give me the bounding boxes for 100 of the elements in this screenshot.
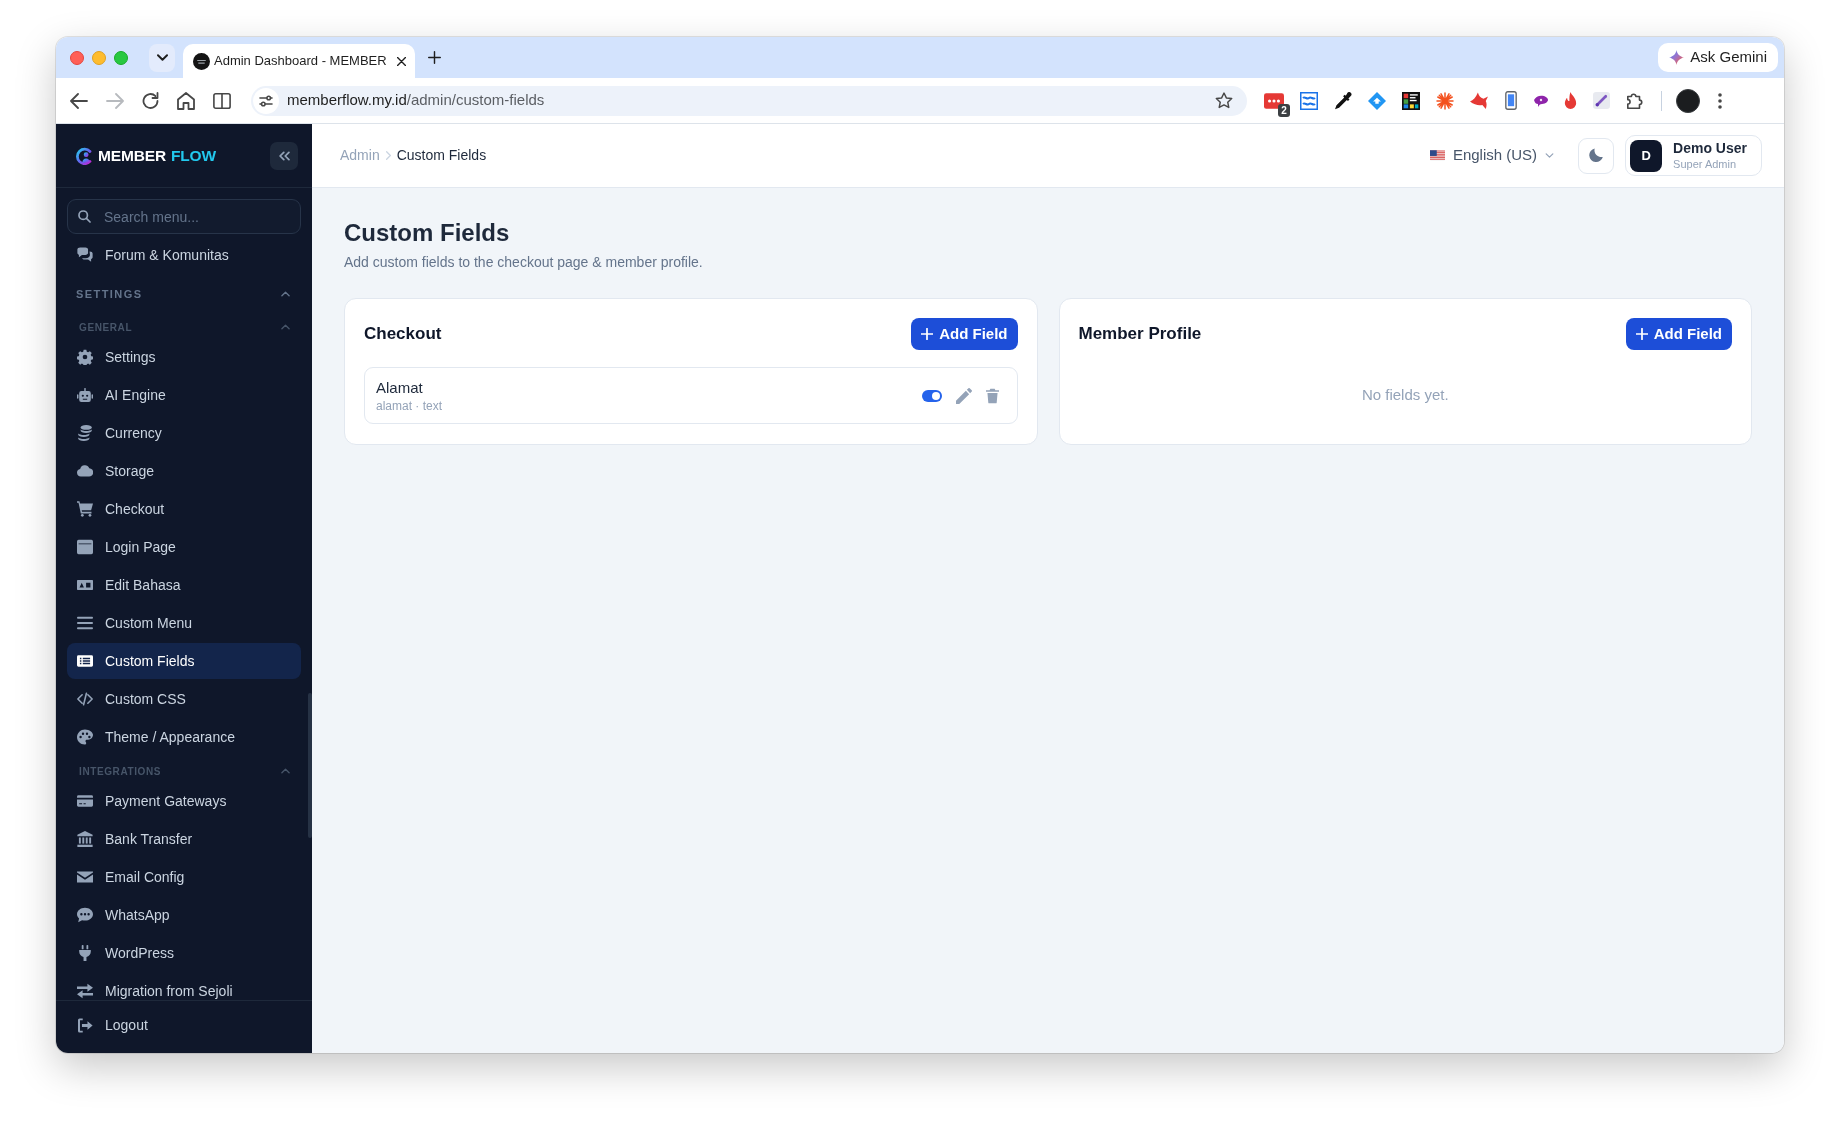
field-label: Alamat <box>376 377 424 398</box>
favicon-icon <box>193 52 210 70</box>
nav-item[interactable]: Checkout <box>67 491 301 527</box>
nav-item[interactable]: WhatsApp <box>67 897 301 933</box>
collapse-sidebar-button[interactable] <box>270 141 298 170</box>
palette-icon <box>77 729 93 745</box>
home-icon[interactable] <box>177 91 195 110</box>
nav-item[interactable]: Forum & Komunitas <box>67 237 301 273</box>
credit-card-icon <box>77 793 93 809</box>
brand-name: MEMBER <box>98 147 166 164</box>
panel-title: Checkout <box>364 323 442 346</box>
nav-item[interactable]: Storage <box>67 453 301 489</box>
flame-icon[interactable] <box>1564 92 1577 109</box>
nav-item[interactable]: Custom Fields <box>67 643 301 679</box>
envelope-icon <box>77 869 93 885</box>
asterisk-icon[interactable] <box>1436 91 1454 110</box>
star-icon[interactable] <box>1215 92 1233 109</box>
nav-item[interactable]: Custom Menu <box>67 605 301 641</box>
nav-item[interactable]: Settings <box>67 339 301 375</box>
ask-assistant-button[interactable]: Ask Gemini <box>1658 43 1778 72</box>
search-field[interactable]: Search menu... <box>67 199 301 234</box>
theme-toggle-button[interactable] <box>1578 137 1615 174</box>
double-chevron-left-icon <box>278 150 290 161</box>
panel-title: Member Profile <box>1078 323 1202 346</box>
puzzle-icon[interactable] <box>1626 91 1644 110</box>
list-icon <box>77 653 93 669</box>
field-meta: alamat · text <box>376 397 443 414</box>
nav-item[interactable]: Custom CSS <box>67 681 301 717</box>
code-icon <box>77 691 93 707</box>
notification-count: 2 <box>1278 103 1290 117</box>
chat-dots-icon <box>77 907 93 923</box>
nav-item[interactable]: Bank Transfer <box>67 821 301 857</box>
search-icon <box>78 210 91 223</box>
nav-item[interactable]: Login Page <box>67 529 301 565</box>
section-toggle[interactable]: SETTINGS <box>67 273 301 315</box>
nav-item[interactable]: Migration from Sejoli <box>67 973 301 1000</box>
nav-item[interactable]: Currency <box>67 415 301 451</box>
eyedropper-icon[interactable] <box>1334 91 1352 110</box>
close-window-button[interactable] <box>70 50 84 65</box>
close-icon[interactable] <box>397 56 406 66</box>
language-selector[interactable]: English (US) <box>1429 144 1555 167</box>
sliders-icon[interactable] <box>253 87 279 114</box>
browser-tab[interactable]: Admin Dashboard - MEMBER <box>183 44 415 78</box>
user-avatar: D <box>1630 139 1663 172</box>
window-icon <box>77 539 93 555</box>
nav-item[interactable]: AI Engine <box>67 377 301 413</box>
grid-icon[interactable] <box>1402 91 1420 110</box>
phone-icon[interactable] <box>1504 91 1518 110</box>
diamond-icon[interactable] <box>1368 91 1386 110</box>
nav-item[interactable]: Email Config <box>67 859 301 895</box>
nav-item[interactable]: Theme / Appearance <box>67 719 301 755</box>
add-field-button[interactable]: Add Field <box>911 318 1018 350</box>
user-menu-button[interactable]: D Demo User Super Admin <box>1625 135 1762 176</box>
breadcrumb-current: Custom Fields <box>396 146 487 165</box>
pencil-icon[interactable] <box>955 387 972 404</box>
moon-icon <box>1589 148 1604 163</box>
chevron-down-icon <box>156 54 168 61</box>
tab-search-button[interactable] <box>149 43 175 72</box>
empty-state-text: No fields yet. <box>1361 385 1449 406</box>
side-panel-icon[interactable] <box>213 91 231 110</box>
plug-icon <box>77 945 93 961</box>
logout-icon <box>77 1017 93 1033</box>
reload-icon[interactable] <box>142 92 159 109</box>
pen-icon[interactable] <box>1593 92 1610 109</box>
toggle-switch[interactable] <box>921 389 942 402</box>
settings-icon <box>77 349 93 365</box>
sparkle-icon <box>1669 50 1685 65</box>
coins-icon <box>77 425 93 441</box>
more-icon[interactable] <box>1718 92 1722 109</box>
wave-square-icon[interactable] <box>1300 91 1318 110</box>
scrollbar-thumb[interactable] <box>308 693 312 838</box>
chat-bubbles-icon <box>77 247 93 263</box>
card-icon <box>77 577 93 593</box>
logo-icon <box>75 146 93 165</box>
fish-icon[interactable] <box>1470 91 1488 110</box>
plus-icon <box>1635 328 1648 340</box>
chevron-down-icon <box>1545 153 1555 158</box>
nav-item[interactable]: Edit Bahasa <box>67 567 301 603</box>
menu-icon <box>77 615 93 631</box>
logout-button[interactable]: Logout <box>67 1007 301 1043</box>
profile-avatar[interactable] <box>1676 88 1700 113</box>
brand-name-accent: FLOW <box>170 147 216 164</box>
speech-bubble-icon[interactable] <box>1534 94 1548 107</box>
cart-icon <box>77 501 93 517</box>
back-arrow-icon[interactable] <box>70 91 88 110</box>
plus-icon[interactable] <box>428 51 441 64</box>
add-field-button[interactable]: Add Field <box>1625 318 1732 350</box>
nav-item[interactable]: WordPress <box>67 935 301 971</box>
page-title: Custom Fields <box>344 218 511 248</box>
plus-icon <box>921 328 934 340</box>
nav-item[interactable]: Payment Gateways <box>67 783 301 819</box>
page-subtitle: Add custom fields to the checkout page & member profile. <box>344 253 704 272</box>
arrows-icon <box>77 983 93 999</box>
flag-icon <box>1429 150 1445 161</box>
robot-icon <box>77 387 93 403</box>
address-bar[interactable]: memberflow.my.id/admin/custom-fields <box>251 85 1247 116</box>
chevron-right-icon <box>385 151 391 160</box>
bank-icon <box>77 831 93 847</box>
trash-icon[interactable] <box>985 387 999 404</box>
cloud-icon <box>77 463 93 479</box>
